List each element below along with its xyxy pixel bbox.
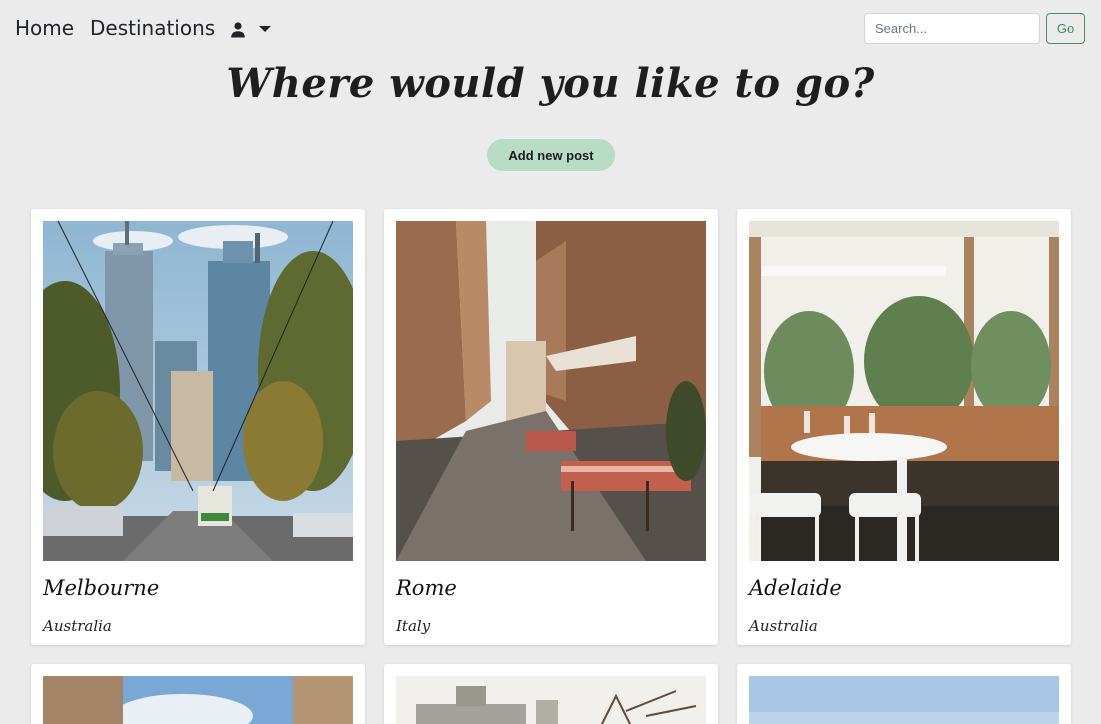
caret-down-icon xyxy=(259,26,271,34)
go-button[interactable]: Go xyxy=(1046,13,1085,44)
destination-card[interactable]: Melbourne Australia xyxy=(31,209,365,645)
search-form: Go xyxy=(864,13,1085,44)
destination-card[interactable] xyxy=(31,664,365,724)
destination-photo xyxy=(396,676,706,724)
destination-photo xyxy=(396,221,706,561)
person-icon xyxy=(229,21,247,39)
destination-card[interactable]: Adelaide Australia xyxy=(737,209,1071,645)
destination-title: Melbourne xyxy=(43,576,160,600)
destination-photo xyxy=(749,676,1059,724)
page-title: Where would you like to go? xyxy=(226,60,875,107)
destination-title: Rome xyxy=(396,576,457,600)
search-input[interactable] xyxy=(864,13,1040,44)
destination-card[interactable] xyxy=(384,664,718,724)
navbar: Home Destinations Go xyxy=(0,0,1101,58)
destination-title: Adelaide xyxy=(749,576,842,600)
destination-card[interactable]: Rome Italy xyxy=(384,209,718,645)
destination-country: Australia xyxy=(749,617,818,635)
destination-photo xyxy=(43,221,353,561)
nav-destinations-link[interactable]: Destinations xyxy=(90,16,215,40)
destination-photo xyxy=(43,676,353,724)
destination-country: Italy xyxy=(396,617,431,635)
destination-photo xyxy=(749,221,1059,561)
nav-home-link[interactable]: Home xyxy=(15,16,74,40)
destination-card[interactable] xyxy=(737,664,1071,724)
user-menu-dropdown[interactable] xyxy=(229,18,275,42)
add-new-post-button[interactable]: Add new post xyxy=(487,139,615,171)
destination-country: Australia xyxy=(43,617,112,635)
